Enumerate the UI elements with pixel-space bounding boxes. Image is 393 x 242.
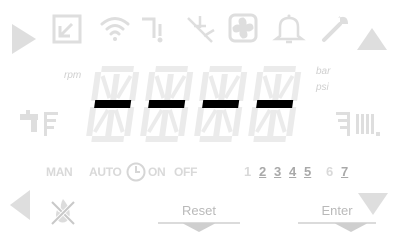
bell-icon [272,14,306,44]
radiator-icon [356,112,380,138]
mode-off-label: OFF [174,165,198,179]
digit-3 [194,66,248,142]
no-flame-icon [48,196,78,226]
bar-unit-label: bar [316,66,331,77]
day-2: 2 [259,164,267,179]
day-6: 6 [326,164,334,179]
wrench-icon [320,14,350,44]
external-link-icon [52,14,82,44]
clock-icon [126,162,146,182]
mode-auto-label: AUTO [89,165,122,179]
rpm-unit-label: rpm [64,70,82,81]
digit-2 [140,66,194,142]
reset-button-label: Reset [182,203,216,218]
day-5: 5 [304,164,312,179]
heat-lines-icon [44,112,58,136]
digit-display [86,64,308,144]
reset-button[interactable]: Reset [158,203,240,233]
play-icon[interactable] [12,24,36,54]
fan-icon [228,13,258,43]
day-1: 1 [244,164,252,179]
arrow-down-icon[interactable] [358,193,388,215]
mode-on-label: ON [148,165,166,179]
day-7: 7 [341,164,349,179]
water-tap-drop-icon [140,14,172,44]
arrow-up-icon[interactable] [357,28,387,50]
arrow-left-icon[interactable] [10,190,30,220]
digit-4 [248,66,302,142]
wifi-icon [100,14,130,44]
defrost-icon [184,14,216,44]
weekday-selector: 1 2 3 4 5 6 7 [244,164,354,182]
day-3: 3 [274,164,282,179]
faucet-icon [20,110,40,136]
day-4: 4 [289,164,297,179]
digit-1 [86,66,140,142]
heat-lines-icon [336,112,350,136]
psi-unit-label: psi [316,82,329,93]
mode-man-label: MAN [46,165,73,179]
